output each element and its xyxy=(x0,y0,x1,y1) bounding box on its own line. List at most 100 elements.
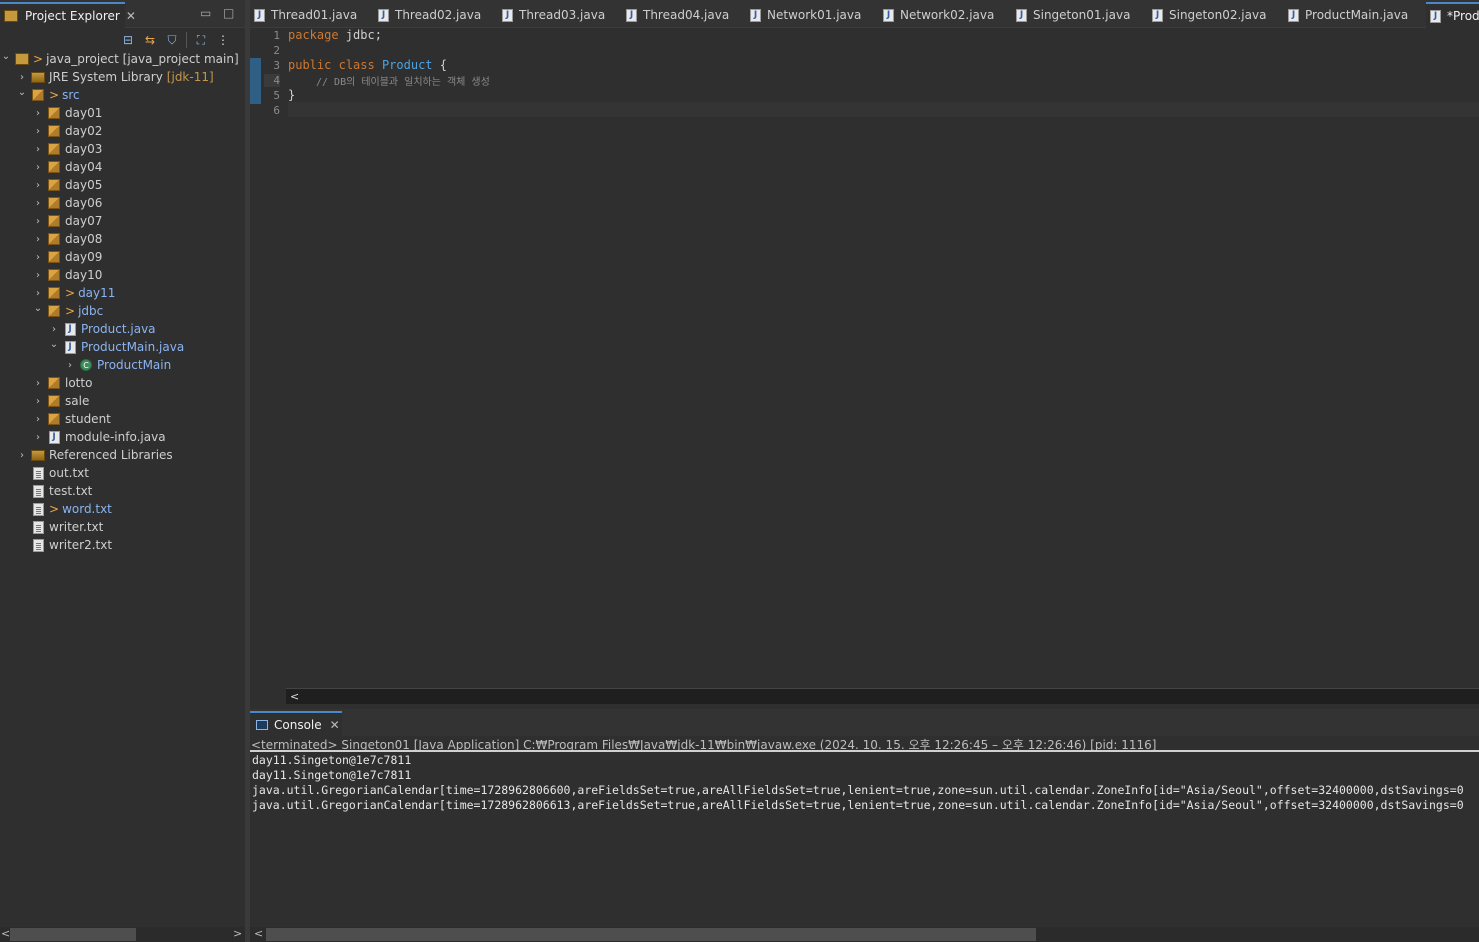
tree-item[interactable]: › day09 xyxy=(32,248,102,266)
code-area[interactable]: 1 2 3 4 5 6 package jdbc; public class P… xyxy=(250,28,1479,688)
tree-item[interactable]: › Jmodule-info.java xyxy=(32,428,166,446)
chevron-right-icon[interactable]: › xyxy=(32,269,44,281)
chevron-right-icon[interactable]: › xyxy=(32,431,44,443)
tree-item[interactable]: › Referenced Libraries xyxy=(16,446,173,464)
editor-tab[interactable]: J Thread01.java xyxy=(254,2,357,28)
chevron-right-icon[interactable]: › xyxy=(32,125,44,137)
console-horizontal-scrollbar[interactable]: < xyxy=(250,927,1479,942)
editor-tab[interactable]: J ProductMain.java xyxy=(1288,2,1408,28)
chevron-right-icon[interactable]: › xyxy=(32,395,44,407)
tree-item-label: module-info.java xyxy=(65,430,166,444)
explorer-horizontal-scrollbar[interactable]: < > xyxy=(0,927,245,942)
editor-tab[interactable]: J Network02.java xyxy=(883,2,994,28)
maximize-icon[interactable]: □ xyxy=(223,6,234,20)
tree-item[interactable]: › sale xyxy=(32,392,89,410)
line-number: 6 xyxy=(273,104,280,117)
chevron-right-icon[interactable]: › xyxy=(32,413,44,425)
tree-item[interactable]: › J Product.java xyxy=(48,320,156,338)
chevron-right-icon[interactable]: › xyxy=(32,143,44,155)
chevron-right-icon[interactable]: › xyxy=(32,287,44,299)
tree-item[interactable]: › C ProductMain xyxy=(64,356,171,374)
editor-tab[interactable]: J Network01.java xyxy=(750,2,861,28)
link-with-editor-icon[interactable]: ⇆ xyxy=(142,32,158,48)
tree-item[interactable]: › day08 xyxy=(32,230,102,248)
scroll-thumb[interactable] xyxy=(10,928,136,941)
close-icon[interactable]: ✕ xyxy=(126,9,136,23)
tree-item[interactable]: test.txt xyxy=(16,482,92,500)
tree-item[interactable]: › day01 xyxy=(32,104,102,122)
tree-item[interactable]: › day06 xyxy=(32,194,102,212)
chevron-right-icon[interactable]: › xyxy=(48,323,60,335)
editor-tab[interactable]: J *Prod xyxy=(1426,2,1479,28)
scroll-left-icon[interactable]: < xyxy=(290,690,299,703)
editor-tab[interactable]: J Thread04.java xyxy=(626,2,729,28)
console-line: java.util.GregorianCalendar[time=1728962… xyxy=(252,783,1464,797)
more-options-icon[interactable]: ⋮ xyxy=(215,32,231,48)
code-comment: // DB의 테이블과 일치하는 객체 생성 xyxy=(316,73,490,88)
terminated-status: <terminated> Singeton01 [Java Applicatio… xyxy=(250,736,1479,752)
chevron-right-icon[interactable]: › xyxy=(32,161,44,173)
project-icon xyxy=(14,51,30,67)
tree-item-label: day03 xyxy=(65,142,103,156)
tree-item[interactable]: › lotto xyxy=(32,374,92,392)
scroll-thumb[interactable] xyxy=(266,928,1036,941)
console-tabbar: Console ✕ xyxy=(250,709,1479,736)
editor-tab[interactable]: J Singeton02.java xyxy=(1152,2,1266,28)
chevron-right-icon[interactable]: › xyxy=(16,449,28,461)
scroll-left-icon[interactable]: < xyxy=(1,927,10,940)
chevron-right-icon[interactable]: › xyxy=(32,377,44,389)
editor-tab[interactable]: J Singeton01.java xyxy=(1016,2,1130,28)
tree-item[interactable]: ⌄ J ProductMain.java xyxy=(48,338,184,356)
tree-item[interactable]: › day10 xyxy=(32,266,102,284)
chevron-right-icon[interactable]: › xyxy=(32,251,44,263)
view-menu-icon[interactable]: ⛶ xyxy=(193,32,209,48)
console-output[interactable]: day11.Singeton@1e7c7811 day11.Singeton@1… xyxy=(252,753,1479,813)
source-folder-icon xyxy=(30,87,46,103)
tree-item[interactable]: writer.txt xyxy=(16,518,103,536)
editor-tab[interactable]: J Thread03.java xyxy=(502,2,605,28)
dirty-marker: > xyxy=(49,502,60,516)
tree-item-label: Referenced Libraries xyxy=(49,448,173,462)
tree-item-label: day02 xyxy=(65,124,103,138)
tree-item[interactable]: › JRE System Library [jdk-11] xyxy=(16,68,214,86)
chevron-down-icon[interactable]: ⌄ xyxy=(0,50,12,62)
chevron-down-icon[interactable]: ⌄ xyxy=(16,86,28,98)
tree-item[interactable]: › day07 xyxy=(32,212,102,230)
tree-item[interactable]: ⌄ > src xyxy=(16,86,80,104)
console-tab[interactable]: Console ✕ xyxy=(250,711,342,736)
tree-item[interactable]: out.txt xyxy=(16,464,89,482)
chevron-right-icon[interactable]: › xyxy=(32,179,44,191)
chevron-right-icon[interactable]: › xyxy=(16,71,28,83)
console-icon xyxy=(256,719,268,730)
chevron-down-icon[interactable]: ⌄ xyxy=(48,338,60,350)
tree-item[interactable]: › student xyxy=(32,410,111,428)
editor-horizontal-scrollbar[interactable]: < xyxy=(286,688,1479,704)
tree-item[interactable]: ⌄ > jdbc xyxy=(32,302,103,320)
tree-item[interactable]: › day03 xyxy=(32,140,102,158)
tree-item[interactable]: › day05 xyxy=(32,176,102,194)
project-explorer-tab[interactable]: Project Explorer ✕ xyxy=(0,2,136,28)
chevron-right-icon[interactable]: › xyxy=(32,197,44,209)
dirty-marker: > xyxy=(65,304,76,318)
tree-item[interactable]: > word.txt xyxy=(16,500,112,518)
line-number: 5 xyxy=(273,89,280,102)
minimize-icon[interactable]: ▭ xyxy=(200,6,211,20)
chevron-down-icon[interactable]: ⌄ xyxy=(32,302,44,314)
chevron-right-icon[interactable]: › xyxy=(32,107,44,119)
editor-tab[interactable]: J Thread02.java xyxy=(378,2,481,28)
scroll-right-icon[interactable]: > xyxy=(233,927,242,940)
scroll-left-icon[interactable]: < xyxy=(254,927,263,940)
tree-item[interactable]: › > day11 xyxy=(32,284,115,302)
chevron-right-icon[interactable]: › xyxy=(64,359,76,371)
collapse-all-icon[interactable]: ⊟ xyxy=(120,32,136,48)
tree-item[interactable]: › day04 xyxy=(32,158,102,176)
explorer-tabbar: Project Explorer ✕ ▭ □ xyxy=(0,0,245,28)
chevron-right-icon[interactable]: › xyxy=(32,215,44,227)
chevron-right-icon[interactable]: › xyxy=(32,233,44,245)
tree-item[interactable]: writer2.txt xyxy=(16,536,112,554)
close-icon[interactable]: ✕ xyxy=(330,718,340,732)
tree-item[interactable]: › day02 xyxy=(32,122,102,140)
filter-icon[interactable]: ⛉ xyxy=(164,32,180,48)
tree-item[interactable]: ⌄ > java_project [java_project main] xyxy=(0,50,239,68)
